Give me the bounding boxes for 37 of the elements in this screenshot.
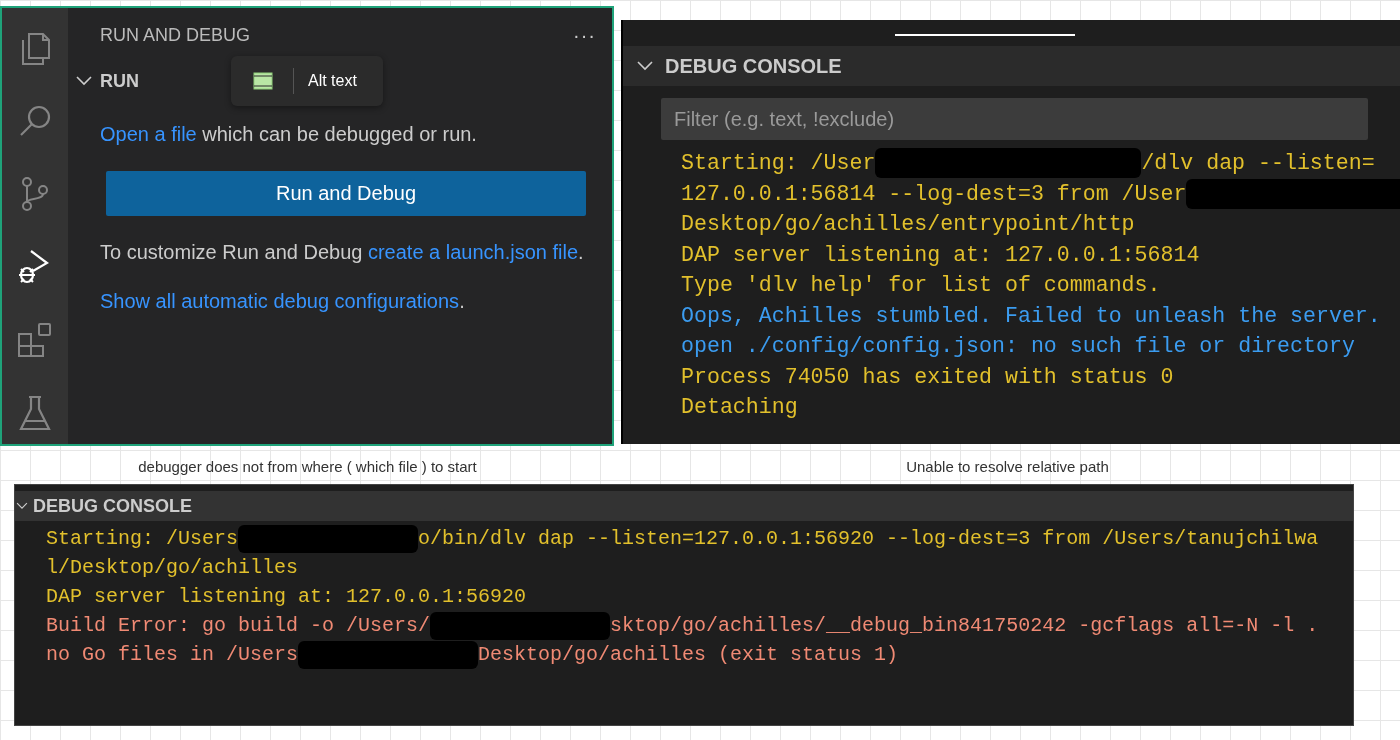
image-icon	[253, 71, 273, 91]
caption: Unable to resolve relative path	[905, 458, 1110, 477]
panel-title: DEBUG CONSOLE	[665, 54, 842, 78]
run-and-debug-button[interactable]: Run and Debug	[106, 171, 586, 216]
panel-title: DEBUG CONSOLE	[33, 495, 192, 517]
link[interactable]: create a launch.json	[367, 241, 553, 263]
console-text: Desktop/go/achilles/entrypoint/http	[681, 211, 1135, 238]
console-text: no Go files in /Users	[46, 642, 299, 668]
console-text: Starting: /Users	[46, 526, 239, 552]
console-text: DAP server listening at: 127.0.0.1:56814	[681, 241, 1200, 269]
console-text: Build Error: go build -o /Users/	[46, 613, 431, 639]
console-text: Type 'dlv help' for list of commands.	[681, 272, 1161, 299]
console-text: Process 74050 has exited with status 0	[681, 363, 1174, 391]
paragraph: Open a file which can be debugged or run.	[100, 122, 478, 147]
link[interactable]: file	[552, 241, 579, 263]
link[interactable]: Open a file	[100, 123, 197, 145]
console-text: Starting: /User	[681, 150, 876, 177]
section-header[interactable]: RUN	[100, 70, 139, 92]
console-text: l/Desktop/go/achilles	[46, 555, 299, 581]
filter-field[interactable]: Filter (e.g. text, !exclude)	[661, 98, 1368, 140]
paragraph: Show all automatic debug configurations.	[100, 289, 466, 314]
link[interactable]: Show all automatic debug configurations	[100, 290, 460, 312]
console-text: sktop/go/achilles/__debug_bin841750242 -gcflags all=-N -l .	[610, 613, 1319, 639]
console-text: open ./config/config.json: no such file or directory	[681, 333, 1355, 360]
paragraph: To customize Run and Debug create a launch.json file.	[100, 240, 585, 265]
console-text: DAP server listening at: 127.0.0.1:56920	[46, 584, 527, 610]
console-text: Desktop/go/achilles (exit status 1)	[478, 642, 899, 668]
caption: debugger does not from where ( which file ) to start	[137, 458, 478, 477]
panel-title: RUN AND DEBUG	[100, 24, 251, 46]
console-text: Oops, Achilles stumbled. Failed to unleash the server.	[681, 302, 1381, 330]
console-text: o/bin/dlv dap --listen=127.0.0.1:56920 --log-dest=3 from /Users/tanujchilwa	[418, 526, 1319, 552]
console-text: /dlv dap --listen=	[1141, 150, 1375, 177]
console-text: 127.0.0.1:56814 --log-dest=3 from /User	[681, 180, 1187, 208]
console-text: Detaching	[681, 394, 798, 421]
sash-handle[interactable]	[895, 34, 1075, 36]
tooltip-label: Alt text	[308, 72, 357, 90]
more-actions-button[interactable]: ···	[573, 23, 596, 47]
